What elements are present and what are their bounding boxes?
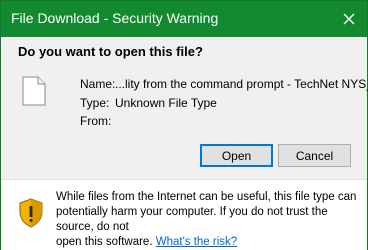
warning-message: While files from the Internet can be use… bbox=[56, 190, 361, 250]
open-button[interactable]: Open bbox=[200, 144, 273, 167]
title-bar[interactable]: File Download - Security Warning bbox=[1, 1, 367, 37]
warning-line-3: open this software. bbox=[56, 236, 153, 248]
security-warning-dialog: File Download - Security Warning Do you … bbox=[0, 0, 368, 250]
dialog-question: Do you want to open this file? bbox=[18, 44, 203, 59]
name-value: ...lity from the command prompt - TechNe… bbox=[115, 77, 368, 91]
cancel-button[interactable]: Cancel bbox=[278, 144, 351, 167]
warning-line-2: potentially harm your computer. If you d… bbox=[56, 206, 328, 233]
warning-footer: While files from the Internet can be use… bbox=[1, 179, 367, 250]
warning-line-1: While files from the Internet can be use… bbox=[56, 191, 357, 203]
from-label: From: bbox=[80, 114, 112, 128]
whats-the-risk-link[interactable]: What's the risk? bbox=[156, 236, 237, 248]
window-title: File Download - Security Warning bbox=[11, 10, 219, 26]
close-button[interactable] bbox=[331, 1, 367, 37]
name-label: Name: bbox=[80, 77, 116, 91]
shield-warning-icon bbox=[19, 198, 43, 228]
close-icon bbox=[343, 13, 355, 25]
file-icon bbox=[22, 76, 46, 106]
type-value: Unknown File Type bbox=[115, 96, 217, 110]
type-label: Type: bbox=[80, 96, 110, 110]
